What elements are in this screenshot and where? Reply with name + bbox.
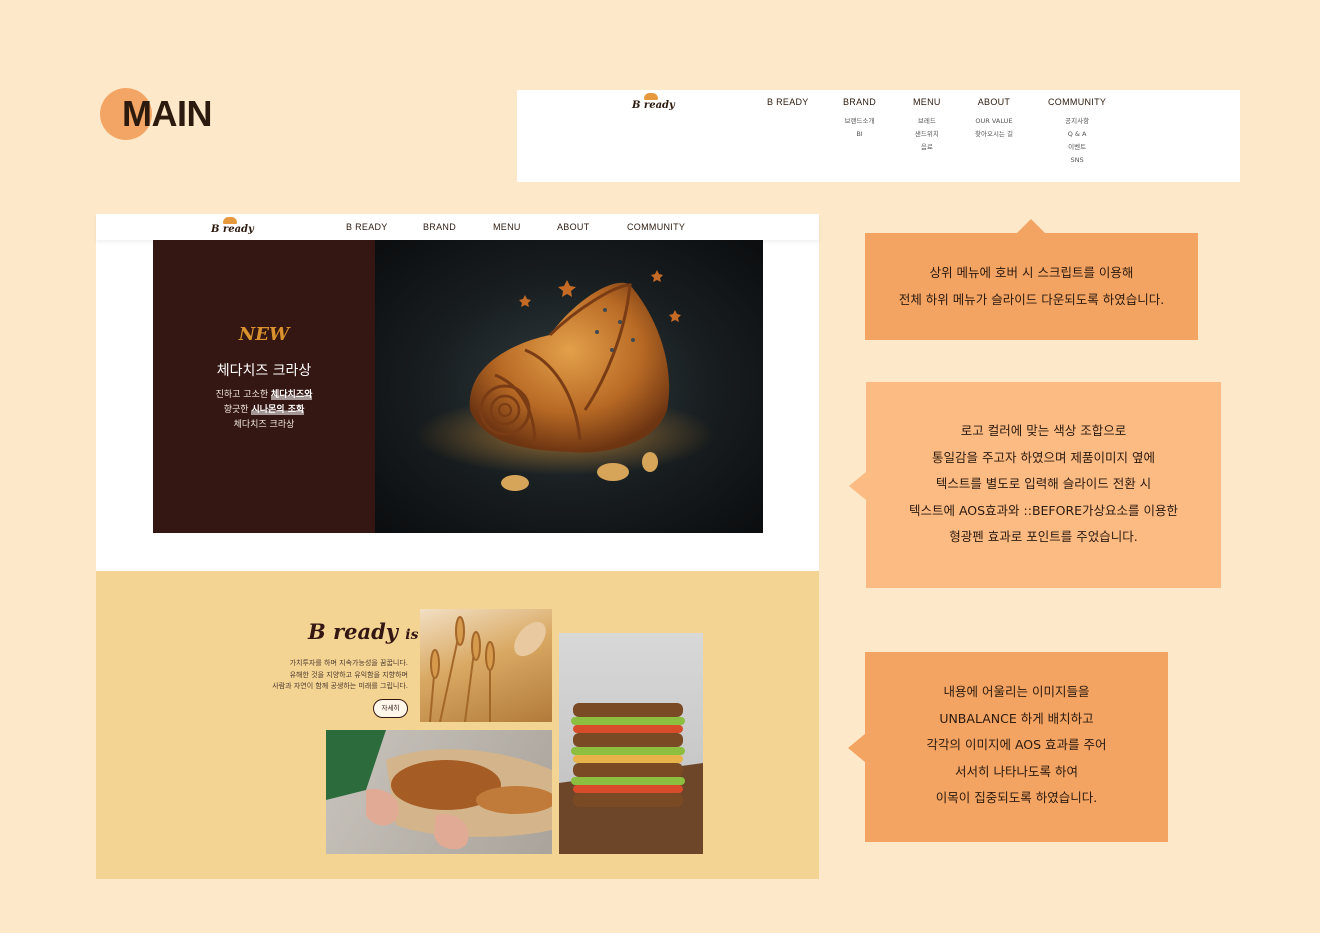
site-header: B ready B READY BRAND MENU ABOUT COMMUNI… (96, 214, 819, 240)
dropdown-menu-menu[interactable]: MENU (913, 97, 941, 115)
highlight-text: 체다치즈와 (271, 390, 313, 400)
croissant-photo (375, 240, 763, 533)
logo-text: B ready (211, 224, 254, 235)
new-badge: NEW (238, 324, 290, 345)
hero-description: 진하고 고소한 체다치즈와 향긋한 시나몬의 조화 체다치즈 크라상 (215, 390, 313, 430)
hero-slide[interactable]: NEW 체다치즈 크라상 진하고 고소한 체다치즈와 향긋한 시나몬의 조화 체… (153, 240, 763, 533)
dropdown-col-brand: BRAND 브랜드소개 BI (843, 97, 876, 141)
bread-in-hands-photo (326, 730, 552, 854)
site-main-preview: B ready B READY BRAND MENU ABOUT COMMUNI… (96, 214, 819, 571)
note-pointer (1017, 219, 1045, 233)
sandwich-illustration (559, 703, 703, 854)
submenu-item[interactable]: 음료 (913, 141, 941, 154)
submenu-item[interactable]: 브레드 (913, 115, 941, 128)
dropdown-menu-bready[interactable]: B READY (767, 97, 809, 115)
dropdown-col-bready: B READY (767, 97, 809, 115)
logo-text: B ready (632, 100, 675, 111)
note-dropdown: 상위 메뉴에 호버 시 스크립트를 이용해 전체 하위 메뉴가 슬라이드 다운되… (865, 219, 1198, 340)
submenu-item[interactable]: 찾아오시는 길 (975, 128, 1013, 141)
section-title-text: MAIN (122, 93, 213, 134)
dropdown-menu-brand[interactable]: BRAND (843, 97, 876, 115)
submenu-item[interactable]: 공지사항 (1048, 115, 1106, 128)
about-section: B ready is 가치투자를 하며 지속가능성을 꿈꿉니다. 유해한 것을 … (96, 571, 819, 879)
nav-item-brand[interactable]: BRAND (423, 222, 456, 232)
note-hero: 로고 컬러에 맞는 색상 조합으로 통일감을 주고자 하였으며 제품이미지 옆에… (849, 382, 1221, 588)
submenu-item[interactable]: 샌드위치 (913, 128, 941, 141)
hero-text-panel: NEW 체다치즈 크라상 진하고 고소한 체다치즈와 향긋한 시나몬의 조화 체… (153, 240, 375, 533)
dropdown-menu-community[interactable]: COMMUNITY (1048, 97, 1106, 115)
about-copy: 가치투자를 하며 지속가능성을 꿈꿉니다. 유해한 것을 지양하고 유익함을 지… (272, 659, 408, 690)
section-title: MAIN (100, 86, 250, 146)
about-brand-title: B ready is (308, 619, 419, 644)
dropdown-menu-preview: B ready B READY BRAND 브랜드소개 BI MENU 브레드 … (517, 90, 1240, 182)
more-button[interactable]: 자세히 (373, 699, 408, 718)
dropdown-col-menu: MENU 브레드 샌드위치 음료 (913, 97, 941, 154)
dropdown-col-about: ABOUT OUR VALUE 찾아오시는 길 (975, 97, 1013, 141)
bread-logo-icon (644, 93, 658, 100)
portfolio-page: MAIN B ready B READY BRAND 브랜드소개 BI MENU… (0, 0, 1320, 933)
hero-title: 체다치즈 크라상 (216, 363, 312, 379)
submenu-item[interactable]: OUR VALUE (975, 115, 1013, 128)
submenu-item[interactable]: 브랜드소개 (843, 115, 876, 128)
croissant-illustration (415, 270, 715, 491)
wheat-illustration (429, 616, 546, 722)
nav-item-community[interactable]: COMMUNITY (627, 222, 685, 232)
note-pointer (849, 472, 866, 500)
submenu-item[interactable]: Q & A (1048, 128, 1106, 141)
nav-item-bready[interactable]: B READY (346, 222, 388, 232)
logo[interactable]: B ready (211, 217, 254, 240)
sandwich-stack-photo (559, 633, 703, 854)
wheat-field-photo (420, 609, 552, 722)
submenu-item[interactable]: BI (843, 128, 876, 141)
bread-logo-icon (223, 217, 237, 224)
dropdown-col-community: COMMUNITY 공지사항 Q & A 이벤트 SNS (1048, 97, 1106, 167)
logo[interactable]: B ready (632, 93, 675, 116)
bread-hands-illustration (326, 730, 552, 850)
nav-item-about[interactable]: ABOUT (557, 222, 590, 232)
submenu-item[interactable]: SNS (1048, 154, 1106, 167)
submenu-item[interactable]: 이벤트 (1048, 141, 1106, 154)
highlight-text: 시나몬의 조화 (251, 405, 305, 415)
nav-item-menu[interactable]: MENU (493, 222, 521, 232)
note-about: 내용에 어울리는 이미지들을 UNBALANCE 하게 배치하고 각각의 이미지… (848, 652, 1168, 842)
note-pointer (848, 734, 865, 762)
dropdown-menu-about[interactable]: ABOUT (975, 97, 1013, 115)
